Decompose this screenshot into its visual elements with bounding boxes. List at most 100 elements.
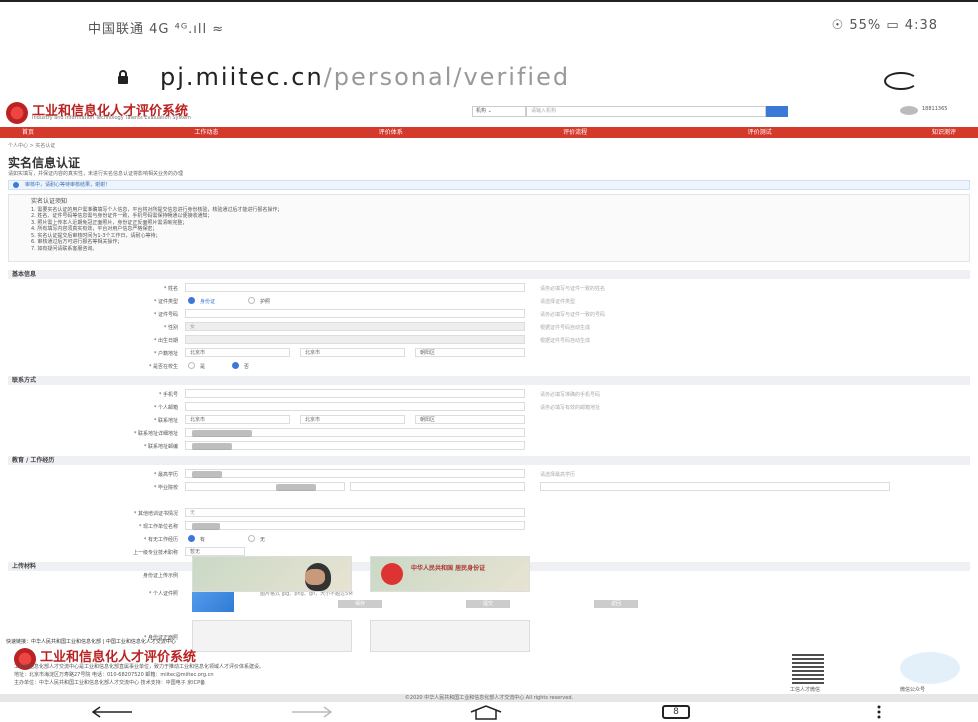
copyright: ©2020 中华人民共和国工业和信息化部人才交流中心 All rights re… <box>0 694 978 702</box>
status-notice: 审核中，请耐心等待审核结果，谢谢！ <box>8 180 970 190</box>
nav-item-test[interactable]: 评价测试 <box>748 127 772 138</box>
gov-badge-icon <box>900 652 960 684</box>
postcode-input[interactable] <box>185 441 525 450</box>
rules-title: 实名认证须知 <box>31 198 68 205</box>
radio-work-no[interactable] <box>248 535 255 542</box>
district-select[interactable]: 朝阳区 <box>415 348 525 357</box>
major-select[interactable] <box>350 482 525 491</box>
url-text[interactable]: pj.miitec.cn/personal/verified <box>160 63 570 91</box>
city-select[interactable]: 北京市 <box>300 348 405 357</box>
qr-code-weixin <box>792 652 824 684</box>
section-contact: 联系方式 <box>8 376 970 385</box>
avatar[interactable] <box>900 106 918 115</box>
url-host: pj.miitec.cn <box>160 63 324 91</box>
radio-label: 身份证 <box>200 299 216 305</box>
id-card-example-front <box>192 556 352 592</box>
nav-item-news[interactable]: 工作动态 <box>194 127 218 138</box>
field-label: * 个人证件照 <box>148 591 178 597</box>
radio-passport[interactable] <box>248 297 255 304</box>
field-label: * 出生日期 <box>153 338 178 344</box>
title-select[interactable]: 暂无 <box>185 547 245 556</box>
search-input[interactable]: 请输入机构 <box>526 106 766 117</box>
field-contact-address: * 联系地址 北京市 北京市 朝阳区 <box>0 415 978 426</box>
id-front-upload[interactable] <box>192 620 352 652</box>
search-type-select[interactable]: 机构 ⌄ <box>472 106 526 117</box>
save-button[interactable]: 保存 <box>338 600 382 608</box>
radio-label: 是 <box>200 364 206 370</box>
form-buttons: 保存 提交 返回 <box>0 600 978 608</box>
field-hint: 请选择最高学历 <box>540 472 576 478</box>
page-description: 请如实填写，并保证内容的真实性，未进行实名信息认证将影响相关业务的办理 <box>8 171 184 177</box>
browser-toolbar: 8 <box>0 702 978 722</box>
employer-input[interactable] <box>185 521 525 530</box>
portrait-face <box>305 569 325 585</box>
field-label: * 证件类型 <box>153 299 178 305</box>
field-label: 身份证上传示例 <box>142 573 178 579</box>
back-arrow-icon[interactable] <box>90 706 134 718</box>
district-select[interactable]: 朝阳区 <box>415 415 525 424</box>
breadcrumb[interactable]: 个人中心 > 实名认证 <box>8 142 55 149</box>
field-label: * 联系地址 <box>153 418 178 424</box>
field-label: * 现工作单位名称 <box>138 524 178 530</box>
radio-id-card[interactable] <box>188 297 195 304</box>
footer-line: 主办单位：中华人民共和国工业和信息化部人才交流中心 技术支持：中国电子 京ICP… <box>14 680 206 686</box>
footer-line: 工业和信息化部人才交流中心是工业和信息化部直属事业单位，致力于推动工业和信息化领… <box>14 664 265 670</box>
field-email: * 个人邮箱 请务必填写有效的邮箱地址 <box>0 402 978 413</box>
back-button[interactable]: 返回 <box>594 600 638 608</box>
extra-input[interactable] <box>540 482 890 491</box>
education-select[interactable] <box>185 469 525 478</box>
user-name[interactable]: 18811365 <box>922 106 947 112</box>
field-training: * 其他培训证书情况 无 <box>0 508 978 519</box>
nav-item-knowledge[interactable]: 知识测评 <box>932 127 956 138</box>
field-id-type: * 证件类型 身份证 护照 请选择证件类型 <box>0 296 978 307</box>
qr-label: 工信人才微信 <box>790 687 821 693</box>
carrier-signal: 中国联通 4G ⁴ᴳ.ıll ≈ <box>88 22 225 37</box>
school-input[interactable] <box>185 482 345 491</box>
main-nav: 首页 工作动态 评价体系 评价流程 评价测试 知识测评 <box>0 127 978 138</box>
redacted-text <box>192 471 222 478</box>
info-icon <box>13 182 19 188</box>
site-logo <box>6 102 28 124</box>
id-number-input[interactable] <box>185 309 525 318</box>
tabs-button[interactable]: 8 <box>662 705 690 719</box>
field-hint: 请务必填写与证件一致的姓名 <box>540 286 606 292</box>
field-hint: 请选择证件类型 <box>540 299 576 305</box>
training-input[interactable]: 无 <box>185 508 525 517</box>
nav-item-system[interactable]: 评价体系 <box>379 127 403 138</box>
address-bar[interactable]: pj.miitec.cn/personal/verified <box>52 58 918 100</box>
footer-links[interactable]: 快速链接：中华人民共和国工业和信息化部 | 中国工业和信息化人才交流中心 <box>0 638 978 645</box>
province-select[interactable]: 北京市 <box>185 348 290 357</box>
phone-input[interactable] <box>185 389 525 398</box>
field-id-number: * 证件号码 请务必填写与证件一致的号码 <box>0 309 978 320</box>
reload-icon[interactable] <box>884 72 918 90</box>
submit-button[interactable]: 提交 <box>466 600 510 608</box>
field-label: * 其他培训证书情况 <box>133 511 178 517</box>
menu-dots-icon[interactable] <box>876 705 882 719</box>
search-button[interactable] <box>766 106 788 117</box>
field-gender: * 性别 女 根据证件号码自动生成 <box>0 322 978 333</box>
lock-icon <box>118 70 128 84</box>
section-basic: 基本信息 <box>8 270 970 279</box>
home-icon[interactable] <box>468 704 504 720</box>
radio-student-no[interactable] <box>232 362 239 369</box>
field-education: * 最高学历 请选择最高学历 <box>0 469 978 480</box>
city-select[interactable]: 北京市 <box>300 415 405 424</box>
email-input[interactable] <box>185 402 525 411</box>
address-detail-input[interactable] <box>185 428 525 437</box>
nav-item-process[interactable]: 评价流程 <box>563 127 587 138</box>
radio-work-yes[interactable] <box>188 535 195 542</box>
province-select[interactable]: 北京市 <box>185 415 290 424</box>
forward-arrow-icon[interactable] <box>290 706 334 718</box>
field-employer: * 现工作单位名称 <box>0 521 978 532</box>
site-brand-en: Industry and Information Technology Tale… <box>32 115 191 121</box>
redacted-text <box>192 443 232 450</box>
battery-clock: ☉ 55% ▭ 4:38 <box>831 18 938 33</box>
field-label: * 户籍地址 <box>153 351 178 357</box>
redacted-text <box>276 484 316 491</box>
name-input[interactable] <box>185 283 525 292</box>
field-label: * 毕业院校 <box>153 485 178 491</box>
id-back-upload[interactable] <box>370 620 530 652</box>
gender-input: 女 <box>185 322 525 331</box>
radio-student-yes[interactable] <box>188 362 195 369</box>
nav-item-home[interactable]: 首页 <box>22 127 34 138</box>
